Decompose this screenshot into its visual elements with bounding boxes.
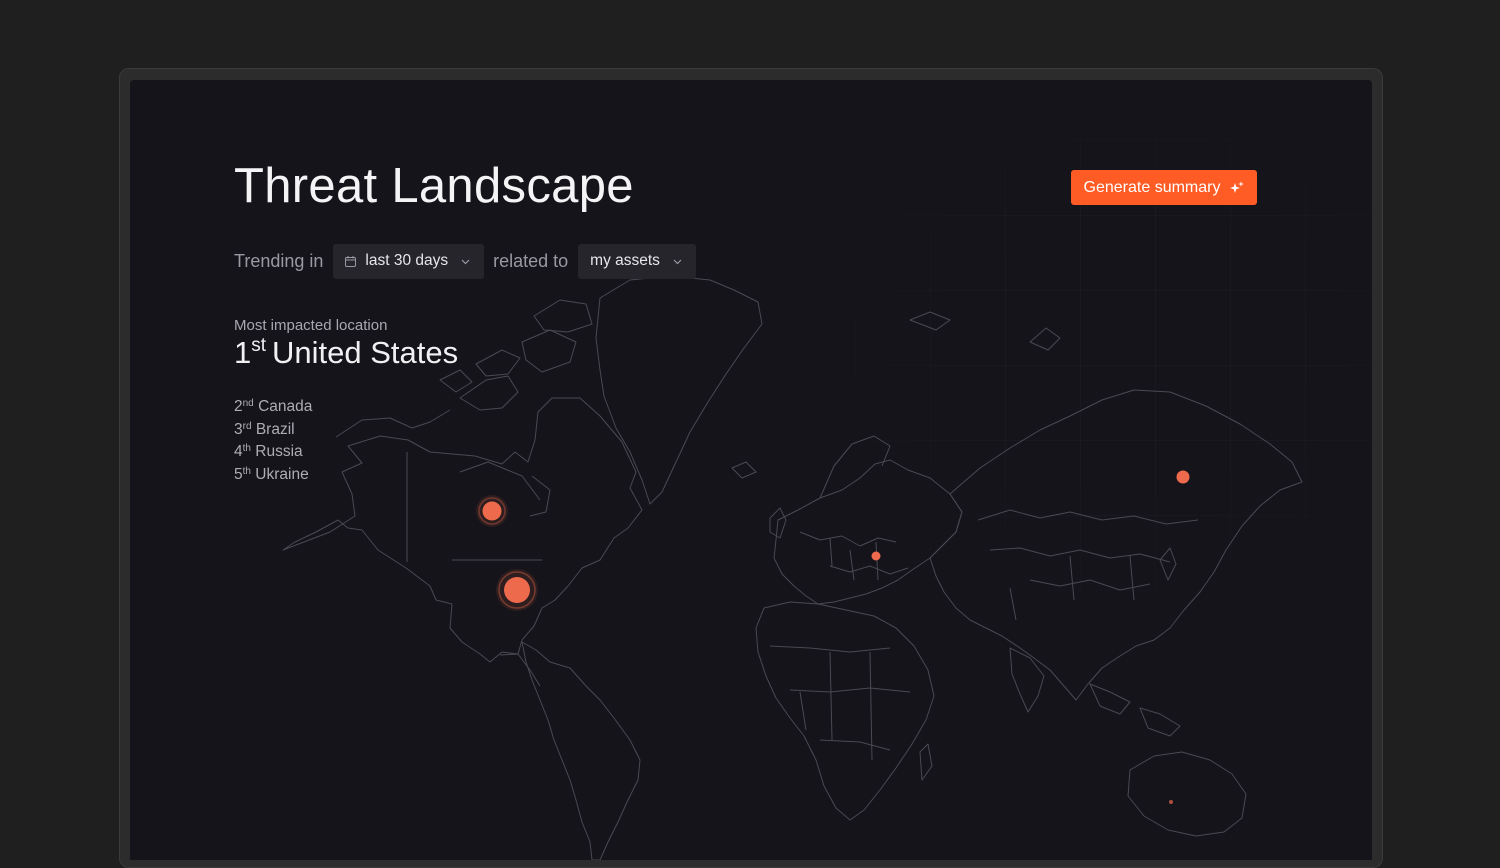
- top-location-name: United States: [272, 335, 459, 370]
- scope-dropdown[interactable]: my assets: [578, 243, 696, 279]
- filter-connector: related to: [493, 250, 569, 271]
- ranking-item: 2nd Canada: [234, 393, 312, 416]
- marker-australia[interactable]: [1169, 800, 1173, 804]
- marker-united-states[interactable]: [496, 569, 538, 611]
- rank-number: 4: [234, 443, 243, 460]
- chevron-down-icon: [461, 259, 470, 264]
- marker-ukraine[interactable]: [871, 551, 881, 561]
- dashboard-screen: Threat Landscape Generate summary Trendi…: [130, 80, 1372, 860]
- rank-suffix: rd: [242, 420, 252, 432]
- filter-bar: Trending in last 30 days related to my a…: [234, 243, 696, 279]
- marker-russia[interactable]: [1176, 470, 1190, 484]
- top-location: 1st United States: [234, 335, 458, 371]
- period-value: last 30 days: [365, 252, 449, 269]
- rank-suffix: th: [242, 443, 251, 454]
- generate-summary-button[interactable]: Generate summary: [1071, 170, 1257, 205]
- scope-value: my assets: [590, 252, 660, 269]
- rank-number: 5: [234, 465, 243, 483]
- rank-suffix: th: [242, 465, 251, 477]
- rank-number: 2: [234, 398, 243, 415]
- filter-prefix: Trending in: [234, 250, 324, 271]
- ranking-item: 5th Ukraine: [234, 461, 312, 484]
- ranking-item: 3rd Brazil: [234, 416, 312, 439]
- generate-summary-label: Generate summary: [1083, 178, 1221, 196]
- top-location-rank: 1: [234, 335, 252, 370]
- top-location-suffix: st: [251, 335, 267, 356]
- period-dropdown[interactable]: last 30 days: [333, 243, 485, 279]
- chevron-down-icon: [673, 259, 682, 264]
- rank-location: Russia: [255, 443, 303, 460]
- location-ranking-list: 2nd Canada 3rd Brazil 4th Russia 5th Ukr…: [234, 393, 312, 483]
- sparkle-icon: [1230, 180, 1245, 193]
- rank-location: Ukraine: [255, 465, 309, 483]
- most-impacted-caption: Most impacted location: [234, 317, 388, 334]
- rank-location: Canada: [258, 398, 313, 415]
- page-title: Threat Landscape: [234, 159, 634, 213]
- rank-suffix: nd: [242, 398, 254, 409]
- ranking-item: 4th Russia: [234, 438, 312, 461]
- rank-location: Brazil: [255, 420, 295, 438]
- rank-number: 3: [234, 420, 243, 438]
- marker-canada[interactable]: [476, 495, 508, 527]
- calendar-icon: [345, 255, 357, 267]
